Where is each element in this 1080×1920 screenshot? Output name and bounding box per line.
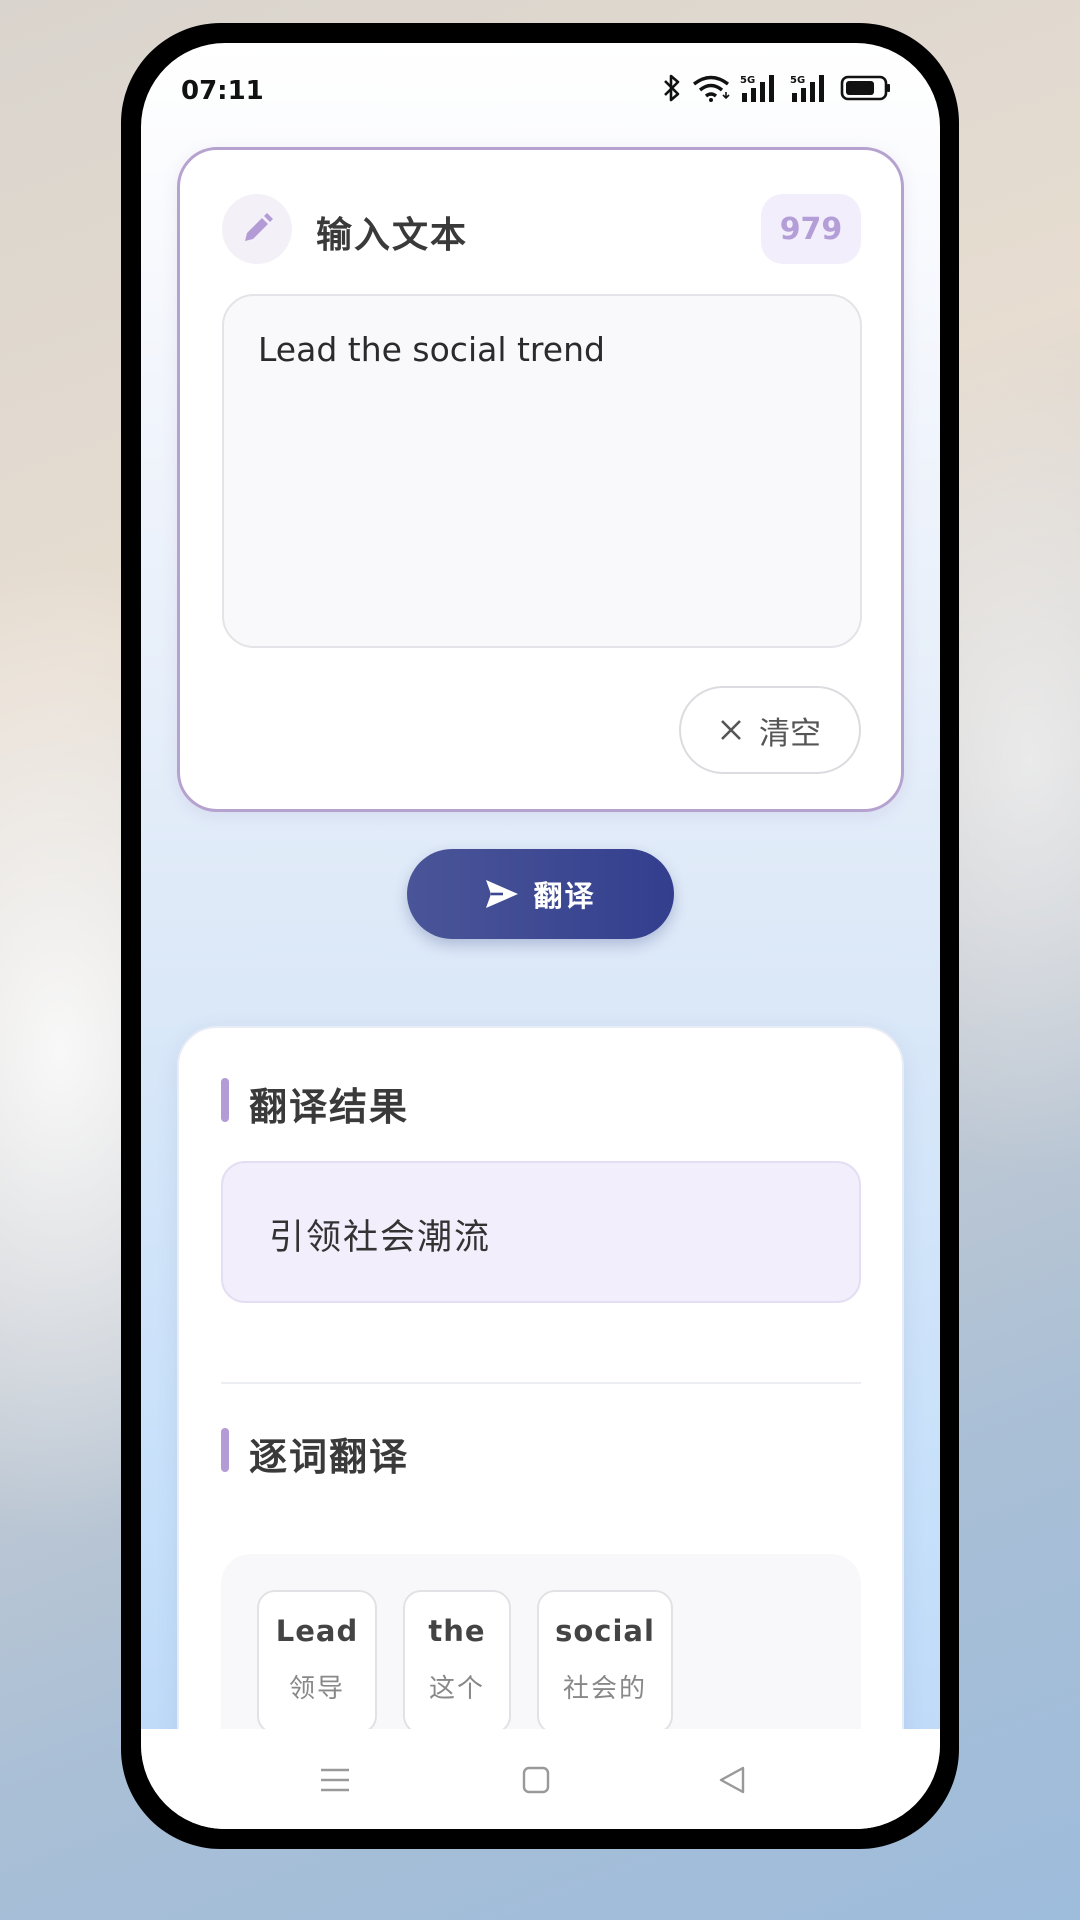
send-icon <box>486 880 519 908</box>
translation-result: 引领社会潮流 <box>221 1161 861 1303</box>
signal-5g-icon: 5G <box>790 75 824 102</box>
input-title: 输入文本 <box>316 215 469 256</box>
clear-button-label: 清空 <box>759 715 821 752</box>
battery-icon <box>840 75 890 101</box>
clear-button[interactable]: 清空 <box>679 686 861 774</box>
word-chip-the[interactable]: the 这个 <box>403 1590 511 1734</box>
word-text: social <box>555 1614 655 1648</box>
word-text: Lead <box>275 1614 359 1648</box>
word-translation: 社会的 <box>562 1674 647 1704</box>
home-icon[interactable] <box>521 1765 551 1795</box>
char-count-badge: 979 <box>761 194 861 264</box>
result-title: 翻译结果 <box>221 1076 409 1131</box>
pencil-icon <box>245 213 273 241</box>
word-text: the <box>428 1614 486 1648</box>
status-icons: 5G 5G <box>662 73 892 103</box>
status-time: 07:11 <box>181 76 264 106</box>
translate-button-label: 翻译 <box>533 879 596 913</box>
bluetooth-icon <box>664 74 680 102</box>
svg-text:5G: 5G <box>740 75 755 86</box>
source-text-input[interactable]: Lead the social trend <box>222 294 862 648</box>
translate-button[interactable]: 翻译 <box>407 849 674 939</box>
svg-text:5G: 5G <box>790 75 805 86</box>
input-card: 输入文本 979 Lead the social trend 清空 <box>177 147 904 812</box>
menu-icon[interactable] <box>319 1767 351 1793</box>
word-chip-social[interactable]: social 社会的 <box>537 1590 673 1734</box>
close-icon <box>721 720 741 740</box>
edit-badge <box>222 194 292 264</box>
result-card: 翻译结果 引领社会潮流 逐词翻译 Lead 领导 the 这个 social 社… <box>177 1026 904 1829</box>
word-translation: 领导 <box>288 1674 345 1704</box>
wifi-icon <box>692 75 730 102</box>
navigation-bar <box>141 1729 940 1829</box>
divider <box>221 1382 861 1384</box>
status-bar: 07:11 5G 5G <box>141 43 940 133</box>
word-by-word-title: 逐词翻译 <box>221 1426 409 1481</box>
app-screen: 07:11 5G 5G 输入文本 979 Lead the social tre… <box>141 43 940 1829</box>
back-icon[interactable] <box>717 1765 747 1795</box>
signal-5g-icon: 5G <box>740 75 774 102</box>
word-translation: 这个 <box>428 1674 485 1704</box>
word-chip-lead[interactable]: Lead 领导 <box>257 1590 377 1734</box>
